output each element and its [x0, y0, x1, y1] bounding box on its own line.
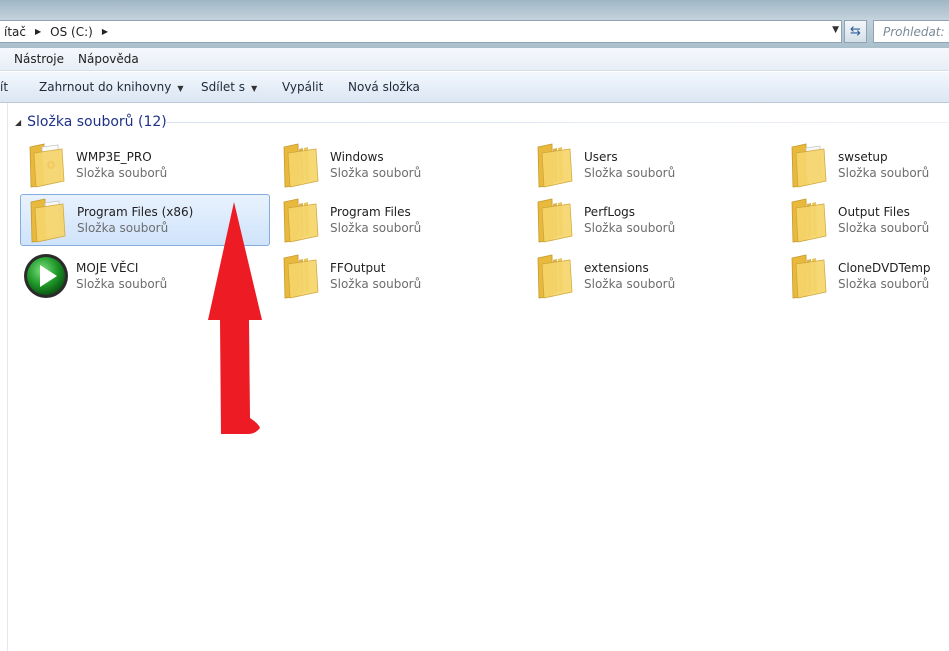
folder-doc-icon — [20, 140, 72, 190]
folder-item-text: extensions Složka souborů — [584, 260, 675, 292]
folder-type: Složka souborů — [76, 277, 168, 291]
folder-paper-icon — [782, 140, 834, 190]
breadcrumb-computer[interactable]: ítač — [0, 25, 30, 39]
new-folder-button[interactable]: Nová složka — [348, 80, 420, 94]
folder-item[interactable]: Output Files Složka souborů — [782, 194, 949, 246]
folder-icon — [782, 195, 834, 245]
dropdown-arrow-icon: ▼ — [251, 84, 258, 93]
folder-name: WMP3E_PRO — [76, 150, 152, 164]
folder-item[interactable]: WMP3E_PRO Složka souborů — [20, 139, 270, 191]
burn-button[interactable]: Vypálit — [282, 80, 323, 94]
folder-name: Program Files (x86) — [77, 205, 194, 219]
folder-item-text: Output Files Složka souborů — [838, 204, 929, 236]
folder-type: Složka souborů — [77, 221, 169, 235]
folder-item-text: MOJE VĚCI Složka souborů — [76, 260, 167, 292]
folder-icon — [528, 195, 580, 245]
include-library-label: Zahrnout do knihovny — [39, 80, 172, 94]
folder-type: Složka souborů — [584, 277, 676, 291]
group-divider — [165, 122, 949, 123]
folder-item[interactable]: extensions Složka souborů — [528, 250, 778, 302]
folder-paper-icon — [21, 195, 73, 245]
share-label: Sdílet s — [201, 80, 246, 94]
folder-item-text: PerfLogs Složka souborů — [584, 204, 675, 236]
folder-name: Output Files — [838, 205, 910, 219]
folder-item[interactable]: Users Složka souborů — [528, 139, 778, 191]
folder-item-text: Program Files (x86) Složka souborů — [77, 204, 193, 236]
breadcrumb-separator-icon[interactable]: ▶ — [30, 27, 46, 36]
folder-name: extensions — [584, 261, 649, 275]
command-partial[interactable]: ít — [0, 80, 8, 94]
dropdown-arrow-icon: ▼ — [177, 84, 184, 93]
folder-icon — [782, 251, 834, 301]
folder-item-text: CloneDVDTemp Složka souborů — [838, 260, 931, 292]
group-title: Složka souborů (12) — [27, 114, 167, 130]
folder-name: Program Files — [330, 205, 411, 219]
folder-type: Složka souborů — [584, 221, 676, 235]
share-button[interactable]: Sdílet s ▼ — [201, 80, 257, 94]
folder-name: MOJE VĚCI — [76, 261, 139, 275]
include-library-button[interactable]: Zahrnout do knihovny ▼ — [39, 80, 184, 94]
folder-item[interactable]: Program Files Složka souborů — [274, 194, 524, 246]
folder-item[interactable]: swsetup Složka souborů — [782, 139, 949, 191]
folder-item-text: Windows Složka souborů — [330, 149, 421, 181]
folder-item[interactable]: PerfLogs Složka souborů — [528, 194, 778, 246]
folder-type: Složka souborů — [330, 277, 422, 291]
folder-item[interactable]: FFOutput Složka souborů — [274, 250, 524, 302]
folder-name: CloneDVDTemp — [838, 261, 931, 275]
address-bar[interactable]: ítač ▶ OS (C:) ▶ ▼ — [0, 20, 842, 43]
folder-item-text: WMP3E_PRO Složka souborů — [76, 149, 167, 181]
menu-item-help[interactable]: Nápověda — [71, 52, 146, 66]
refresh-button[interactable]: ⇆ — [844, 20, 867, 43]
menu-bar: Nástroje Nápověda — [0, 48, 949, 71]
folder-item-text: Users Složka souborů — [584, 149, 675, 181]
folder-type: Složka souborů — [330, 221, 422, 235]
folder-type: Složka souborů — [838, 166, 930, 180]
folder-name: swsetup — [838, 150, 888, 164]
search-input[interactable]: Prohledat: O — [873, 20, 949, 43]
folder-name: FFOutput — [330, 261, 386, 275]
menu-item-tools[interactable]: Nástroje — [0, 52, 71, 66]
folder-type: Složka souborů — [838, 277, 930, 291]
collapse-triangle-icon[interactable]: ◢ — [15, 118, 21, 127]
folder-name: Windows — [330, 150, 384, 164]
breadcrumb-drive-c[interactable]: OS (C:) — [46, 25, 97, 39]
command-bar: ít Zahrnout do knihovny ▼ Sdílet s ▼ Vypál… — [0, 72, 949, 103]
folder-icon — [274, 140, 326, 190]
folder-icon — [528, 251, 580, 301]
address-dropdown-icon[interactable]: ▼ — [832, 25, 839, 35]
refresh-icon: ⇆ — [850, 24, 861, 39]
folder-icon — [274, 251, 326, 301]
breadcrumb-separator-icon[interactable]: ▶ — [97, 27, 113, 36]
folder-name: Users — [584, 150, 618, 164]
folder-item-text: FFOutput Složka souborů — [330, 260, 421, 292]
folder-icon — [274, 195, 326, 245]
red-arrow-annotation — [208, 202, 262, 434]
play-icon — [20, 251, 72, 301]
folder-type: Složka souborů — [330, 166, 422, 180]
navigation-pane-edge[interactable] — [0, 103, 8, 651]
folder-item-text: Program Files Složka souborů — [330, 204, 421, 236]
folder-name: PerfLogs — [584, 205, 636, 219]
folder-type: Složka souborů — [838, 221, 930, 235]
folder-type: Složka souborů — [76, 166, 168, 180]
folder-type: Složka souborů — [584, 166, 676, 180]
folder-item[interactable]: Windows Složka souborů — [274, 139, 524, 191]
folder-icon — [528, 140, 580, 190]
folder-item[interactable]: CloneDVDTemp Složka souborů — [782, 250, 949, 302]
group-header[interactable]: ◢ Složka souborů (12) — [15, 114, 167, 130]
folder-item-text: swsetup Složka souborů — [838, 149, 929, 181]
